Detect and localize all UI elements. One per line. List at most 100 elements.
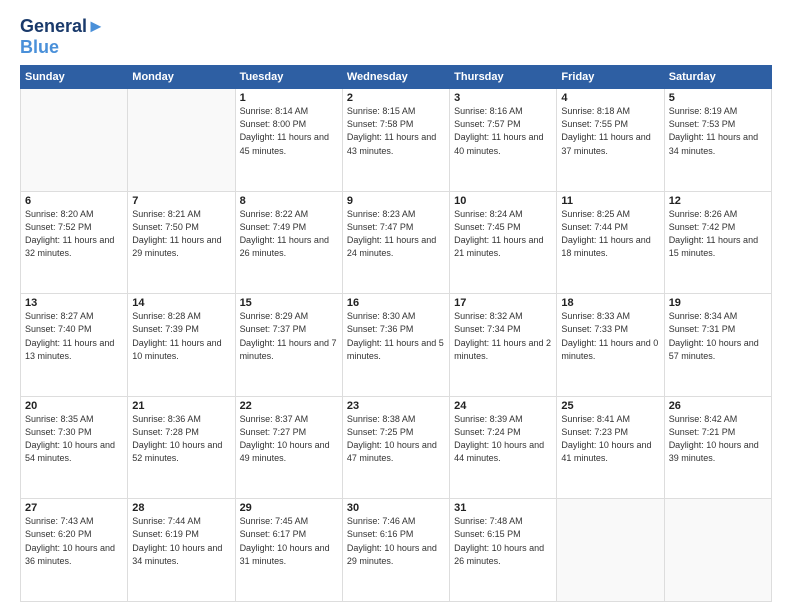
day-info: Sunrise: 8:24 AMSunset: 7:45 PMDaylight:…	[454, 208, 552, 260]
calendar-header-wednesday: Wednesday	[342, 66, 449, 89]
calendar-cell: 1Sunrise: 8:14 AMSunset: 8:00 PMDaylight…	[235, 89, 342, 192]
day-info: Sunrise: 8:14 AMSunset: 8:00 PMDaylight:…	[240, 105, 338, 157]
day-info: Sunrise: 8:30 AMSunset: 7:36 PMDaylight:…	[347, 310, 445, 362]
day-number: 18	[561, 297, 659, 309]
calendar-cell: 27Sunrise: 7:43 AMSunset: 6:20 PMDayligh…	[21, 499, 128, 602]
day-info: Sunrise: 8:41 AMSunset: 7:23 PMDaylight:…	[561, 413, 659, 465]
day-info: Sunrise: 7:43 AMSunset: 6:20 PMDaylight:…	[25, 515, 123, 567]
day-number: 10	[454, 195, 552, 207]
day-number: 31	[454, 502, 552, 514]
day-number: 23	[347, 400, 445, 412]
calendar-cell: 29Sunrise: 7:45 AMSunset: 6:17 PMDayligh…	[235, 499, 342, 602]
day-info: Sunrise: 8:39 AMSunset: 7:24 PMDaylight:…	[454, 413, 552, 465]
day-number: 27	[25, 502, 123, 514]
day-number: 16	[347, 297, 445, 309]
day-info: Sunrise: 7:46 AMSunset: 6:16 PMDaylight:…	[347, 515, 445, 567]
calendar-cell: 30Sunrise: 7:46 AMSunset: 6:16 PMDayligh…	[342, 499, 449, 602]
calendar-cell: 2Sunrise: 8:15 AMSunset: 7:58 PMDaylight…	[342, 89, 449, 192]
calendar-header-row: SundayMondayTuesdayWednesdayThursdayFrid…	[21, 66, 772, 89]
day-number: 1	[240, 92, 338, 104]
calendar-cell	[21, 89, 128, 192]
calendar-cell: 11Sunrise: 8:25 AMSunset: 7:44 PMDayligh…	[557, 191, 664, 294]
calendar-header-saturday: Saturday	[664, 66, 771, 89]
calendar-cell: 5Sunrise: 8:19 AMSunset: 7:53 PMDaylight…	[664, 89, 771, 192]
day-number: 7	[132, 195, 230, 207]
calendar-cell: 23Sunrise: 8:38 AMSunset: 7:25 PMDayligh…	[342, 396, 449, 499]
day-info: Sunrise: 8:27 AMSunset: 7:40 PMDaylight:…	[25, 310, 123, 362]
day-number: 14	[132, 297, 230, 309]
day-info: Sunrise: 8:21 AMSunset: 7:50 PMDaylight:…	[132, 208, 230, 260]
logo: General► Blue	[20, 16, 105, 57]
day-info: Sunrise: 7:48 AMSunset: 6:15 PMDaylight:…	[454, 515, 552, 567]
calendar-cell: 7Sunrise: 8:21 AMSunset: 7:50 PMDaylight…	[128, 191, 235, 294]
day-number: 15	[240, 297, 338, 309]
day-info: Sunrise: 8:34 AMSunset: 7:31 PMDaylight:…	[669, 310, 767, 362]
day-number: 9	[347, 195, 445, 207]
day-info: Sunrise: 8:33 AMSunset: 7:33 PMDaylight:…	[561, 310, 659, 362]
calendar-cell: 8Sunrise: 8:22 AMSunset: 7:49 PMDaylight…	[235, 191, 342, 294]
calendar-cell: 21Sunrise: 8:36 AMSunset: 7:28 PMDayligh…	[128, 396, 235, 499]
day-number: 6	[25, 195, 123, 207]
calendar-cell: 28Sunrise: 7:44 AMSunset: 6:19 PMDayligh…	[128, 499, 235, 602]
day-number: 24	[454, 400, 552, 412]
calendar-cell	[128, 89, 235, 192]
day-number: 5	[669, 92, 767, 104]
day-info: Sunrise: 8:15 AMSunset: 7:58 PMDaylight:…	[347, 105, 445, 157]
day-info: Sunrise: 8:32 AMSunset: 7:34 PMDaylight:…	[454, 310, 552, 362]
day-number: 8	[240, 195, 338, 207]
day-number: 3	[454, 92, 552, 104]
day-info: Sunrise: 8:36 AMSunset: 7:28 PMDaylight:…	[132, 413, 230, 465]
day-number: 11	[561, 195, 659, 207]
calendar-cell	[557, 499, 664, 602]
calendar-week-row: 27Sunrise: 7:43 AMSunset: 6:20 PMDayligh…	[21, 499, 772, 602]
day-number: 22	[240, 400, 338, 412]
day-info: Sunrise: 8:23 AMSunset: 7:47 PMDaylight:…	[347, 208, 445, 260]
day-info: Sunrise: 8:28 AMSunset: 7:39 PMDaylight:…	[132, 310, 230, 362]
calendar-cell: 22Sunrise: 8:37 AMSunset: 7:27 PMDayligh…	[235, 396, 342, 499]
calendar-cell: 14Sunrise: 8:28 AMSunset: 7:39 PMDayligh…	[128, 294, 235, 397]
day-info: Sunrise: 8:35 AMSunset: 7:30 PMDaylight:…	[25, 413, 123, 465]
calendar-cell: 26Sunrise: 8:42 AMSunset: 7:21 PMDayligh…	[664, 396, 771, 499]
day-number: 25	[561, 400, 659, 412]
calendar-header-sunday: Sunday	[21, 66, 128, 89]
calendar-cell: 18Sunrise: 8:33 AMSunset: 7:33 PMDayligh…	[557, 294, 664, 397]
day-info: Sunrise: 8:19 AMSunset: 7:53 PMDaylight:…	[669, 105, 767, 157]
calendar-cell: 20Sunrise: 8:35 AMSunset: 7:30 PMDayligh…	[21, 396, 128, 499]
day-info: Sunrise: 8:16 AMSunset: 7:57 PMDaylight:…	[454, 105, 552, 157]
day-number: 17	[454, 297, 552, 309]
day-number: 28	[132, 502, 230, 514]
calendar-header-friday: Friday	[557, 66, 664, 89]
calendar-header-thursday: Thursday	[450, 66, 557, 89]
day-number: 21	[132, 400, 230, 412]
calendar-week-row: 1Sunrise: 8:14 AMSunset: 8:00 PMDaylight…	[21, 89, 772, 192]
day-info: Sunrise: 8:22 AMSunset: 7:49 PMDaylight:…	[240, 208, 338, 260]
day-info: Sunrise: 8:26 AMSunset: 7:42 PMDaylight:…	[669, 208, 767, 260]
calendar-header-tuesday: Tuesday	[235, 66, 342, 89]
calendar-week-row: 20Sunrise: 8:35 AMSunset: 7:30 PMDayligh…	[21, 396, 772, 499]
day-number: 12	[669, 195, 767, 207]
day-number: 4	[561, 92, 659, 104]
calendar-cell: 25Sunrise: 8:41 AMSunset: 7:23 PMDayligh…	[557, 396, 664, 499]
day-info: Sunrise: 8:20 AMSunset: 7:52 PMDaylight:…	[25, 208, 123, 260]
day-info: Sunrise: 8:42 AMSunset: 7:21 PMDaylight:…	[669, 413, 767, 465]
calendar-week-row: 6Sunrise: 8:20 AMSunset: 7:52 PMDaylight…	[21, 191, 772, 294]
calendar-cell: 10Sunrise: 8:24 AMSunset: 7:45 PMDayligh…	[450, 191, 557, 294]
calendar-cell: 3Sunrise: 8:16 AMSunset: 7:57 PMDaylight…	[450, 89, 557, 192]
day-number: 20	[25, 400, 123, 412]
calendar-cell: 13Sunrise: 8:27 AMSunset: 7:40 PMDayligh…	[21, 294, 128, 397]
day-number: 30	[347, 502, 445, 514]
day-info: Sunrise: 8:18 AMSunset: 7:55 PMDaylight:…	[561, 105, 659, 157]
calendar-cell: 12Sunrise: 8:26 AMSunset: 7:42 PMDayligh…	[664, 191, 771, 294]
calendar-cell	[664, 499, 771, 602]
calendar-cell: 6Sunrise: 8:20 AMSunset: 7:52 PMDaylight…	[21, 191, 128, 294]
day-info: Sunrise: 8:29 AMSunset: 7:37 PMDaylight:…	[240, 310, 338, 362]
calendar-cell: 15Sunrise: 8:29 AMSunset: 7:37 PMDayligh…	[235, 294, 342, 397]
calendar-cell: 17Sunrise: 8:32 AMSunset: 7:34 PMDayligh…	[450, 294, 557, 397]
day-number: 19	[669, 297, 767, 309]
calendar-header-monday: Monday	[128, 66, 235, 89]
day-info: Sunrise: 8:25 AMSunset: 7:44 PMDaylight:…	[561, 208, 659, 260]
day-number: 13	[25, 297, 123, 309]
calendar-cell: 16Sunrise: 8:30 AMSunset: 7:36 PMDayligh…	[342, 294, 449, 397]
day-info: Sunrise: 8:38 AMSunset: 7:25 PMDaylight:…	[347, 413, 445, 465]
day-info: Sunrise: 8:37 AMSunset: 7:27 PMDaylight:…	[240, 413, 338, 465]
